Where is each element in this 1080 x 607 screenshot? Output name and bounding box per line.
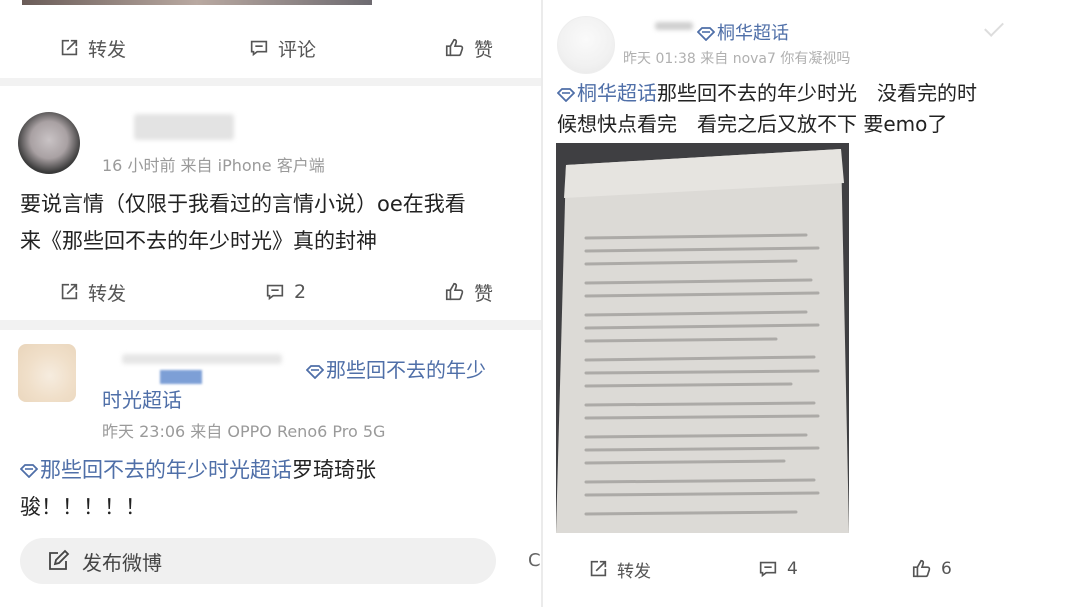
thumbs-up-icon: [445, 38, 464, 57]
super-topic-icon: [306, 364, 324, 379]
comment-icon: [250, 40, 268, 57]
more-chevron-icon[interactable]: [984, 17, 1004, 37]
topic-link[interactable]: 桐华超话: [577, 81, 657, 105]
repost-label: 转发: [88, 38, 127, 61]
like-count: 6: [941, 559, 952, 579]
repost-icon: [61, 39, 78, 56]
left-screenshot: 转发 评论 赞 16 小时前 来自 iPhone 客户端 要说言情（仅限于我看过…: [0, 0, 541, 607]
post-0-action-bar: 转发 评论 赞: [0, 28, 541, 68]
post-text-fragment: 那些回不去的年少时光 没看完的时: [657, 81, 977, 105]
topic-header-cont[interactable]: 时光超话: [102, 384, 182, 413]
repost-button[interactable]: 转发: [58, 28, 126, 68]
repost-button[interactable]: 转发: [58, 272, 126, 312]
comment-button[interactable]: 评论: [248, 28, 316, 68]
post-text-line: 来《那些回不去的年少时光》真的封神: [20, 229, 377, 253]
compose-bar: 发布微博 C: [0, 526, 541, 607]
comment-count: 4: [787, 559, 798, 579]
like-button[interactable]: 6: [911, 549, 952, 589]
edge-char: C: [528, 550, 541, 571]
repost-icon: [61, 283, 78, 300]
compose-label: 发布微博: [82, 550, 162, 575]
right-screenshot: 桐华超话 昨天 01:38 来自 nova7 你有凝视吗 桐华超话那些回不去的年…: [543, 0, 1080, 607]
avatar[interactable]: [18, 344, 76, 402]
post-card-0: 转发 评论 赞: [0, 0, 541, 78]
like-label: 赞: [474, 282, 494, 305]
comment-button[interactable]: 2: [264, 272, 306, 312]
username-redacted[interactable]: [655, 22, 693, 30]
topic-header[interactable]: 那些回不去的年少: [306, 354, 486, 383]
super-topic-icon: [20, 464, 38, 478]
post-card-1: 16 小时前 来自 iPhone 客户端 要说言情（仅限于我看过的言情小说）oe…: [0, 86, 541, 320]
post-text: 要说言情（仅限于我看过的言情小说）oe在我看 来《那些回不去的年少时光》真的封神: [20, 186, 541, 260]
comment-button[interactable]: 4: [757, 549, 798, 589]
username-underline: [160, 370, 202, 384]
like-button[interactable]: 赞: [444, 272, 493, 312]
comment-label: 评论: [278, 38, 317, 61]
post-text-line: 要说言情（仅限于我看过的言情小说）oe在我看: [20, 192, 466, 216]
post-image-strip: [22, 0, 372, 5]
repost-icon: [590, 560, 607, 577]
post-text: 桐华超话那些回不去的年少时光 没看完的时 候想快点看完 看完之后又放不下 要em…: [557, 78, 1077, 140]
username-redacted[interactable]: [134, 114, 234, 140]
thumbs-up-icon: [912, 559, 931, 578]
repost-button[interactable]: 转发: [587, 549, 651, 589]
post-text-line: 骏！！！！！: [20, 495, 146, 519]
super-topic-icon: [557, 87, 575, 102]
comment-icon: [759, 561, 777, 578]
like-button[interactable]: 赞: [444, 28, 493, 68]
topic-header-text: 那些回不去的年少: [326, 358, 486, 382]
post-1-action-bar: 转发 2 赞: [0, 272, 541, 312]
post-meta: 昨天 23:06 来自 OPPO Reno6 Pro 5G: [102, 422, 386, 441]
post-text-line: 候想快点看完 看完之后又放不下 要emo了: [557, 112, 948, 136]
thumbs-up-icon: [445, 282, 464, 301]
topic-link[interactable]: 那些回不去的年少时光超话: [40, 458, 292, 482]
post-photo[interactable]: [556, 143, 849, 533]
header-topic-text: 桐华超话: [717, 23, 789, 44]
header-topic[interactable]: 桐华超话: [697, 19, 789, 45]
post-meta: 昨天 01:38 来自 nova7 你有凝视吗: [623, 51, 851, 67]
post-text-line: 桐华超话那些回不去的年少时光 没看完的时: [557, 78, 1077, 109]
repost-label: 转发: [617, 561, 651, 582]
repost-label: 转发: [88, 282, 127, 305]
book-page-image: [556, 143, 849, 533]
post-text-line: 那些回不去的年少时光超话罗琦琦张: [20, 452, 540, 489]
post-card-2: 那些回不去的年少 时光超话 昨天 23:06 来自 OPPO Reno6 Pro…: [0, 330, 541, 526]
compose-button[interactable]: 发布微博: [20, 538, 496, 584]
comment-count: 2: [294, 281, 307, 303]
post-text: 那些回不去的年少时光超话罗琦琦张 骏！！！！！: [20, 452, 540, 526]
super-topic-icon: [697, 27, 715, 41]
avatar[interactable]: [557, 16, 615, 74]
avatar[interactable]: [18, 112, 80, 174]
right-action-bar: 转发 4 6: [543, 549, 1080, 589]
username-redacted[interactable]: [122, 354, 282, 364]
comment-icon: [266, 284, 284, 301]
like-label: 赞: [474, 38, 494, 61]
post-text-fragment: 罗琦琦张: [292, 458, 376, 482]
compose-edit-icon: [49, 549, 70, 570]
post-meta: 16 小时前 来自 iPhone 客户端: [102, 156, 325, 175]
